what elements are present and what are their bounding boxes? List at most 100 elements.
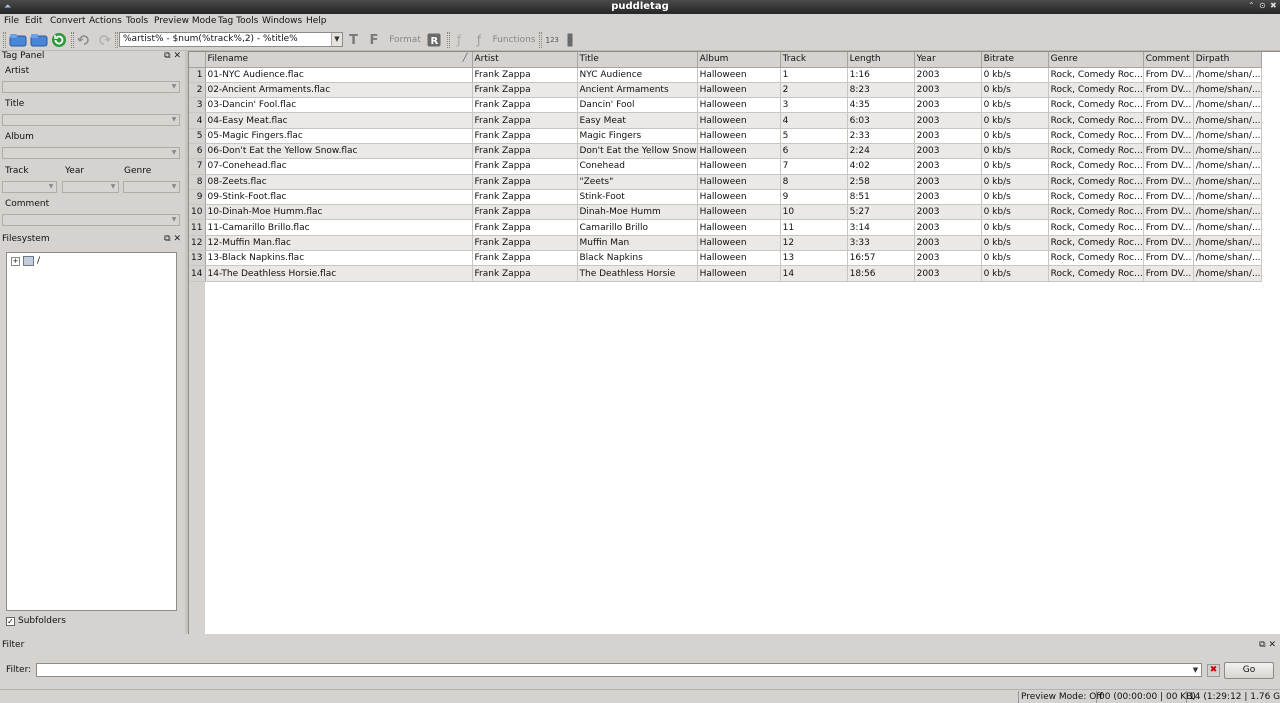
cell-comment[interactable]: From DV... [1143, 82, 1194, 99]
table-row[interactable]: 3 03-Dancin' Fool.flac Frank Zappa Dancin' … [189, 97, 1264, 114]
track-combo[interactable]: ▼ [2, 181, 57, 193]
cell-comment[interactable]: From DV... [1143, 158, 1194, 175]
table-row[interactable]: 1 01-NYC Audience.flac Frank Zappa NYC Audi… [189, 67, 1264, 83]
cell-title[interactable]: The Deathless Horsie [577, 265, 698, 282]
cell-title[interactable]: Magic Fingers [577, 128, 698, 144]
cell-dirpath[interactable]: /home/shan/... [1193, 174, 1262, 190]
cell-album[interactable]: Halloween [697, 97, 781, 114]
row-number[interactable]: 6 [189, 143, 206, 160]
menu-actions[interactable]: Actions [89, 16, 122, 26]
cell-artist[interactable]: Frank Zappa [472, 128, 578, 144]
cell-artist[interactable]: Frank Zappa [472, 265, 578, 282]
cell-genre[interactable]: Rock, Comedy Roc... [1048, 82, 1144, 99]
cell-year[interactable]: 2003 [914, 112, 982, 129]
cell-year[interactable]: 2003 [914, 128, 982, 144]
corner-cell[interactable] [189, 52, 206, 68]
cell-year[interactable]: 2003 [914, 189, 982, 206]
table-row[interactable]: 5 05-Magic Fingers.flac Frank Zappa Magic F… [189, 128, 1264, 144]
cell-length[interactable]: 8:23 [847, 82, 915, 99]
cell-album[interactable]: Halloween [697, 143, 781, 160]
year-combo[interactable]: ▼ [62, 181, 119, 193]
cell-comment[interactable]: From DV... [1143, 204, 1194, 221]
cell-filename[interactable]: 04-Easy Meat.flac [205, 112, 473, 129]
cell-dirpath[interactable]: /home/shan/... [1193, 143, 1262, 160]
cell-genre[interactable]: Rock, Comedy Roc... [1048, 97, 1144, 114]
column-header-genre[interactable]: Genre [1048, 52, 1144, 68]
rename-dirs-icon[interactable]: R [426, 32, 441, 48]
cell-dirpath[interactable]: /home/shan/... [1193, 97, 1262, 114]
function-tool-icon[interactable]: ƒ [471, 32, 487, 48]
cell-genre[interactable]: Rock, Comedy Roc... [1048, 128, 1144, 144]
cell-dirpath[interactable]: /home/shan/... [1193, 112, 1262, 129]
row-number[interactable]: 9 [189, 189, 206, 206]
menu-file[interactable]: File [4, 16, 19, 26]
title-combo[interactable]: ▼ [2, 114, 180, 126]
cell-length[interactable]: 5:27 [847, 204, 915, 221]
menu-edit[interactable]: Edit [25, 16, 42, 26]
cell-album[interactable]: Halloween [697, 235, 781, 252]
cell-genre[interactable]: Rock, Comedy Roc... [1048, 174, 1144, 190]
cell-year[interactable]: 2003 [914, 143, 982, 160]
undo-icon[interactable] [77, 32, 91, 48]
cell-album[interactable]: Halloween [697, 189, 781, 206]
redo-icon[interactable] [97, 32, 111, 48]
cell-comment[interactable]: From DV... [1143, 97, 1194, 114]
cell-comment[interactable]: From DV... [1143, 265, 1194, 282]
cell-bitrate[interactable]: 0 kb/s [981, 158, 1049, 175]
cell-artist[interactable]: Frank Zappa [472, 174, 578, 190]
close-icon[interactable]: ✕ [173, 51, 181, 61]
cell-genre[interactable]: Rock, Comedy Roc... [1048, 112, 1144, 129]
comment-combo[interactable]: ▼ [2, 214, 180, 226]
cell-genre[interactable]: Rock, Comedy Roc... [1048, 250, 1144, 267]
row-number[interactable]: 10 [189, 204, 206, 221]
column-header-artist[interactable]: Artist [472, 52, 578, 68]
functions-button[interactable]: Functions [492, 32, 536, 48]
cell-genre[interactable]: Rock, Comedy Roc... [1048, 189, 1144, 206]
tree-root-node[interactable]: + / [11, 256, 40, 266]
cell-filename[interactable]: 06-Don't Eat the Yellow Snow.flac [205, 143, 473, 160]
cell-bitrate[interactable]: 0 kb/s [981, 235, 1049, 252]
tag-sources-icon[interactable] [566, 32, 574, 48]
cell-track[interactable]: 10 [780, 204, 848, 221]
cell-genre[interactable]: Rock, Comedy Roc... [1048, 143, 1144, 160]
row-number[interactable]: 1 [189, 67, 206, 83]
cell-album[interactable]: Halloween [697, 82, 781, 99]
cell-comment[interactable]: From DV... [1143, 250, 1194, 267]
table-row[interactable]: 11 11-Camarillo Brillo.flac Frank Zappa Cam… [189, 219, 1264, 236]
cell-artist[interactable]: Frank Zappa [472, 250, 578, 267]
cell-length[interactable]: 1:16 [847, 67, 915, 83]
cell-length[interactable]: 16:57 [847, 250, 915, 267]
cell-length[interactable]: 2:33 [847, 128, 915, 144]
cell-dirpath[interactable]: /home/shan/... [1193, 189, 1262, 206]
maximize-icon[interactable]: ⊙ [1259, 1, 1266, 10]
open-folder-icon[interactable] [9, 32, 27, 48]
row-number[interactable]: 11 [189, 219, 206, 236]
table-row[interactable]: 8 08-Zeets.flac Frank Zappa "Zeets" Hallowee… [189, 174, 1264, 190]
cell-year[interactable]: 2003 [914, 250, 982, 267]
cell-dirpath[interactable]: /home/shan/... [1193, 128, 1262, 144]
cell-length[interactable]: 2:58 [847, 174, 915, 190]
cell-track[interactable]: 12 [780, 235, 848, 252]
cell-album[interactable]: Halloween [697, 112, 781, 129]
column-header-album[interactable]: Album [697, 52, 781, 68]
clear-filter-icon[interactable]: ✖ [1207, 664, 1220, 677]
cell-artist[interactable]: Frank Zappa [472, 67, 578, 83]
cell-filename[interactable]: 10-Dinah-Moe Humm.flac [205, 204, 473, 221]
row-number[interactable]: 3 [189, 97, 206, 114]
column-header-comment[interactable]: Comment [1143, 52, 1194, 68]
cell-bitrate[interactable]: 0 kb/s [981, 204, 1049, 221]
file-table-area[interactable]: Filename ╱ Artist Title Album Track Length Year… [188, 51, 1280, 635]
cell-artist[interactable]: Frank Zappa [472, 158, 578, 175]
row-number[interactable]: 4 [189, 112, 206, 129]
go-button[interactable]: Go [1224, 662, 1274, 679]
cell-dirpath[interactable]: /home/shan/... [1193, 158, 1262, 175]
cell-bitrate[interactable]: 0 kb/s [981, 143, 1049, 160]
cell-year[interactable]: 2003 [914, 219, 982, 236]
cell-artist[interactable]: Frank Zappa [472, 219, 578, 236]
cell-bitrate[interactable]: 0 kb/s [981, 67, 1049, 83]
cell-genre[interactable]: Rock, Comedy Roc... [1048, 219, 1144, 236]
cell-track[interactable]: 13 [780, 250, 848, 267]
expand-icon[interactable]: + [11, 256, 20, 266]
tag-to-filename-icon[interactable]: T [347, 32, 360, 48]
table-row[interactable]: 10 10-Dinah-Moe Humm.flac Frank Zappa Dinah… [189, 204, 1264, 221]
